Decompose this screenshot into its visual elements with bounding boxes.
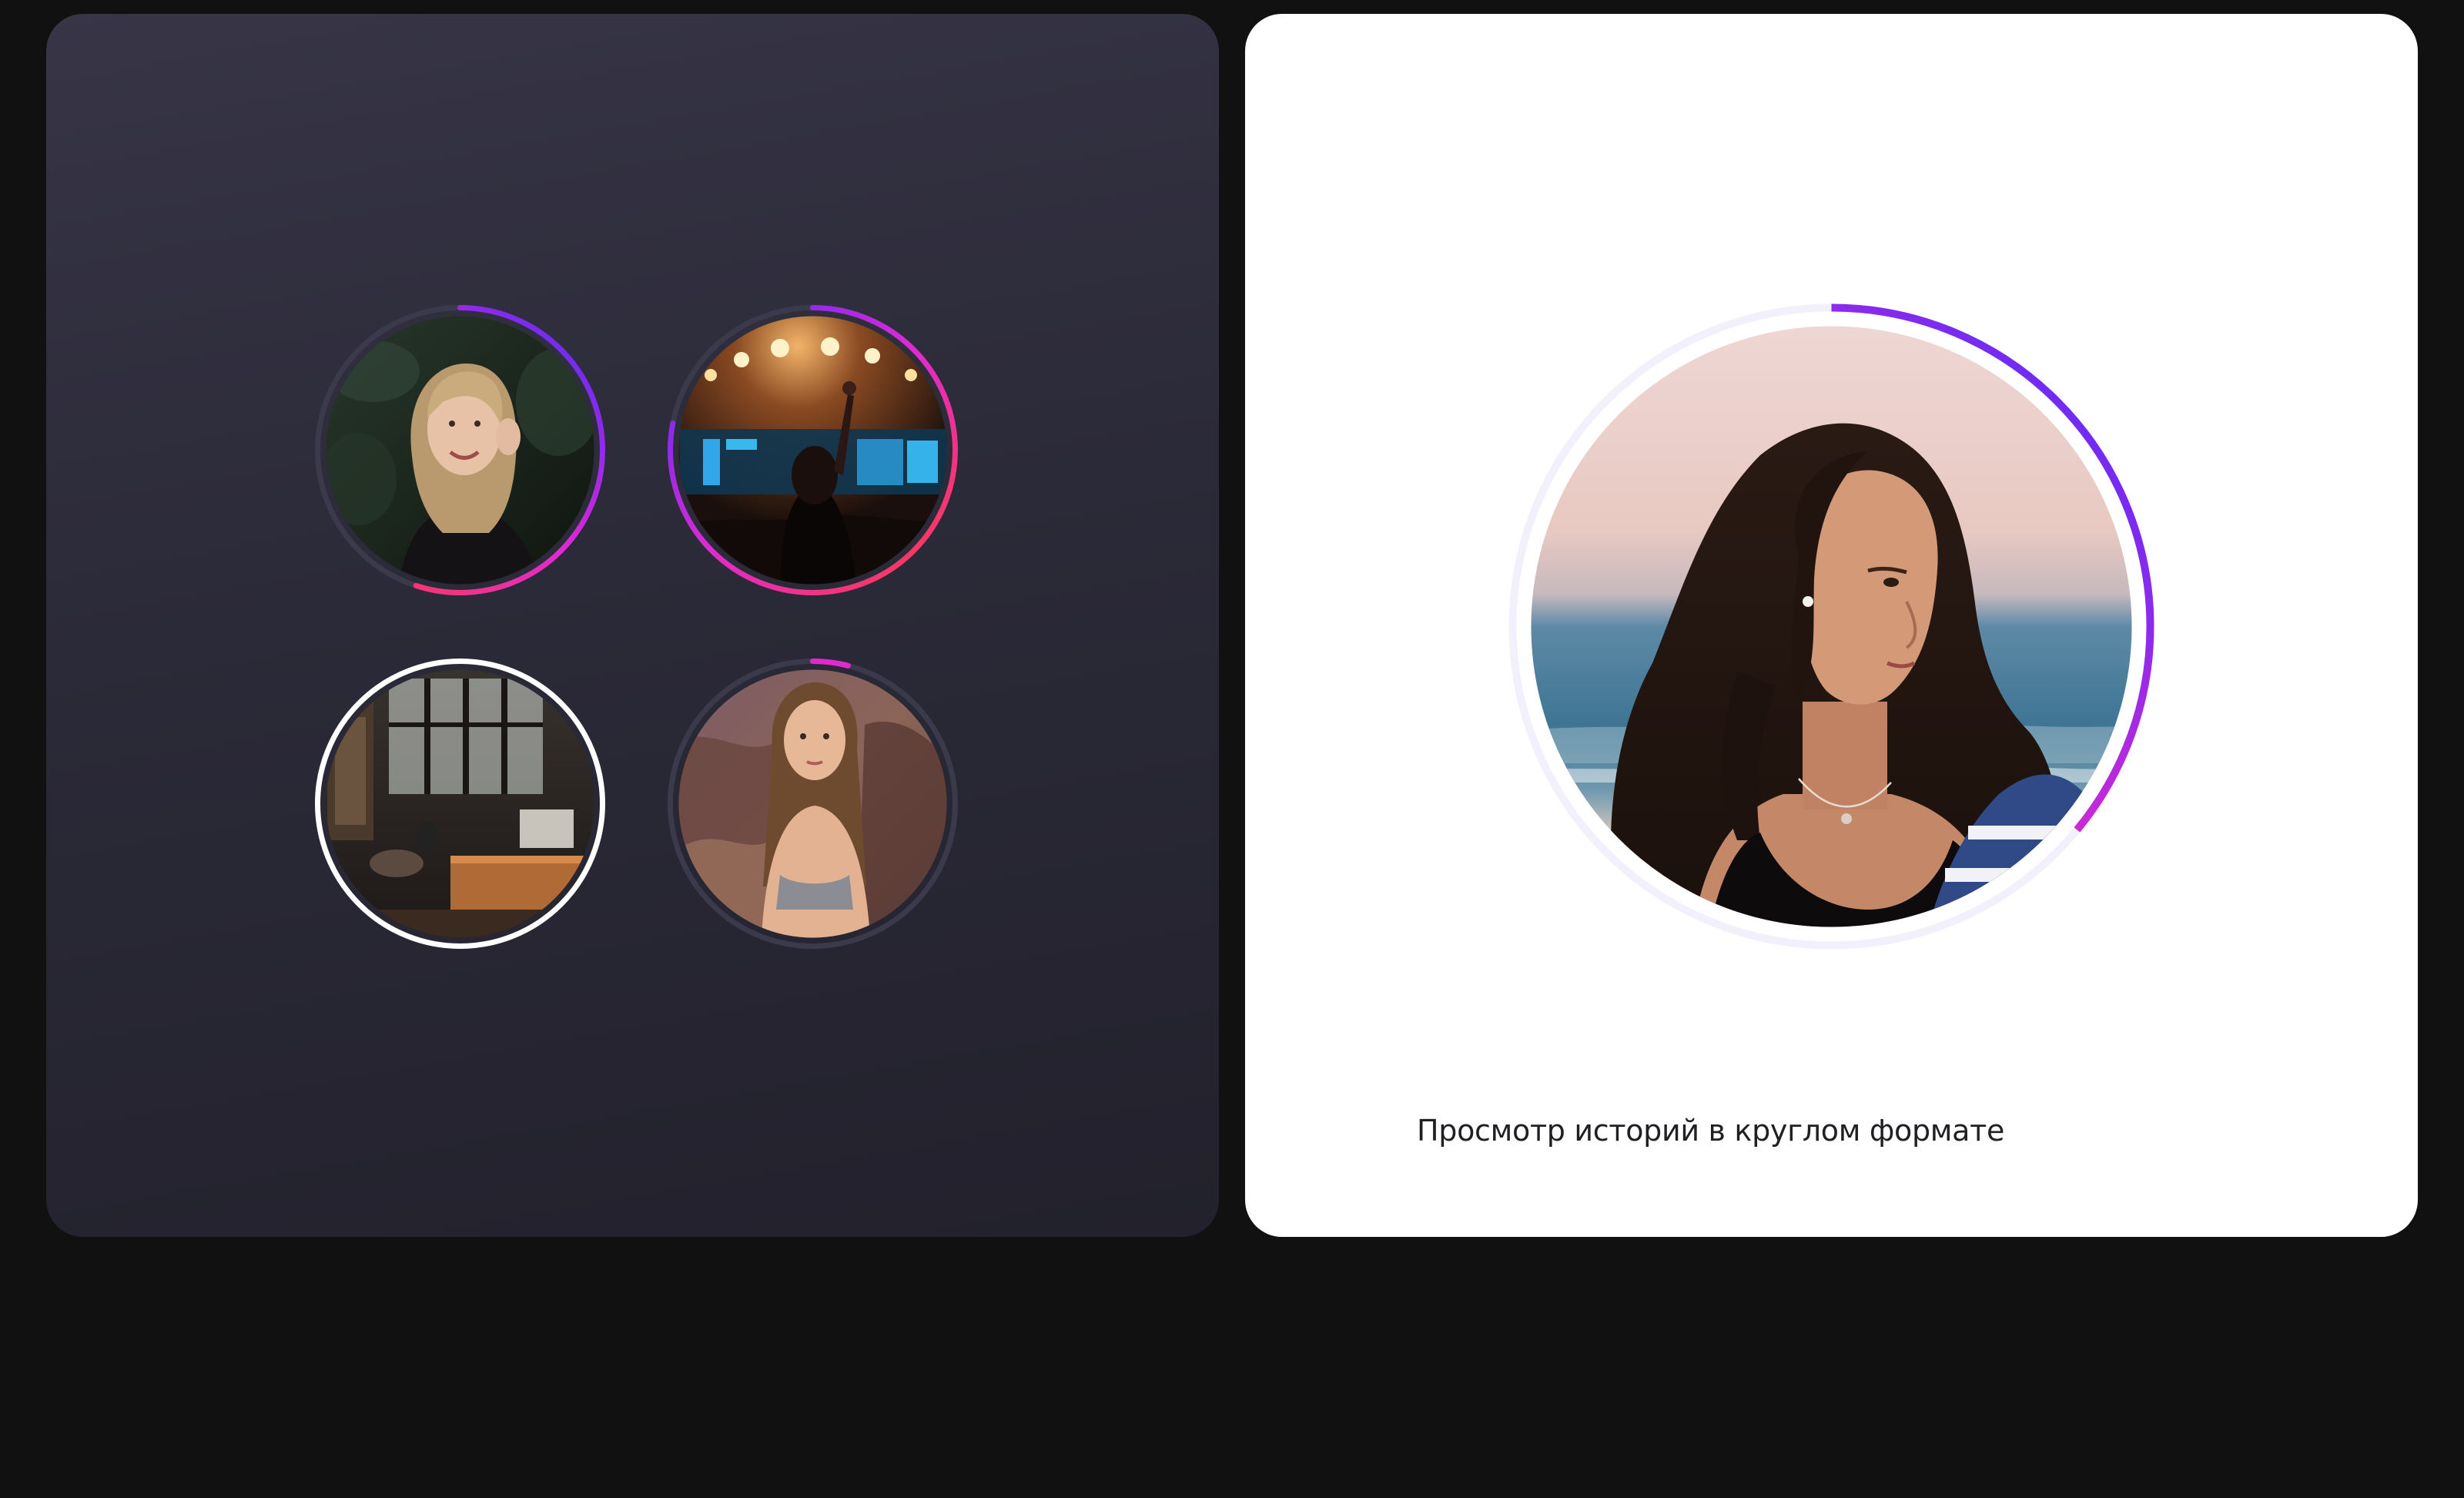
story-avatar-2[interactable] [665,302,961,598]
story-photo-cafe [326,669,594,938]
caption: Просмотр историй в круглом формате [1417,1114,2005,1148]
story-photo-concert [678,316,947,585]
story-avatar-1[interactable] [312,302,608,598]
stories-list-card [46,14,1219,1237]
story-player-circle[interactable] [1506,301,2157,952]
story-photo-blonde-woman [326,316,594,585]
story-avatar-3[interactable] [312,655,608,952]
story-avatar-4[interactable] [665,655,961,952]
story-photo-woman-rocks [678,669,947,938]
story-player-card: Просмотр историй в круглом формате [1245,14,2418,1237]
